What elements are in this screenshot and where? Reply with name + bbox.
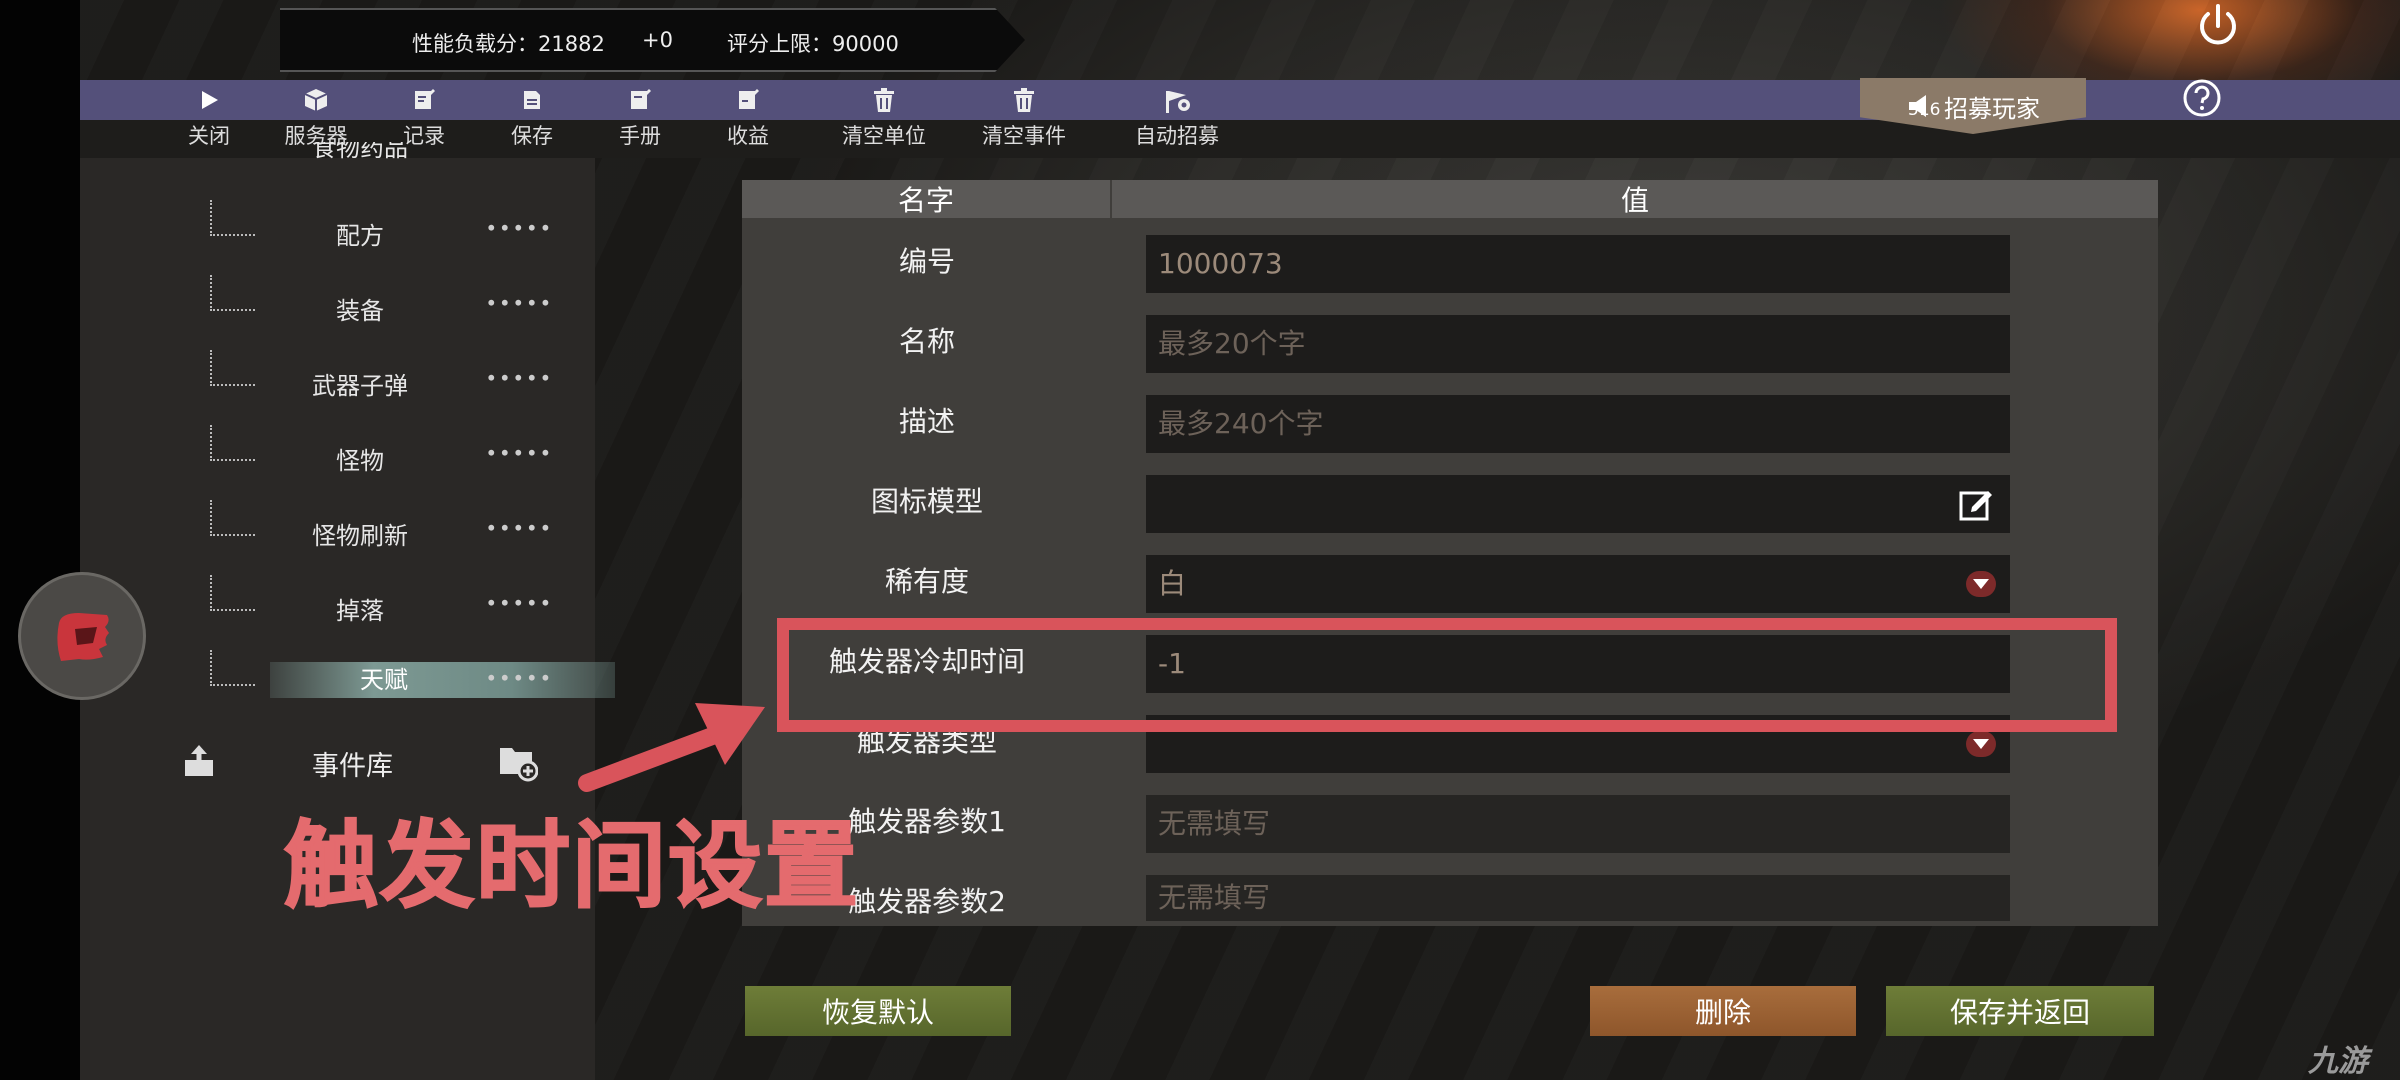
- tree-item-label: 天赋: [270, 662, 615, 698]
- screen-left-bezel: [0, 0, 80, 1080]
- edit-icon[interactable]: [1958, 487, 1994, 523]
- field-label-name: 名称: [898, 325, 955, 358]
- tree-connector: [210, 575, 255, 611]
- power-icon[interactable]: [2192, 0, 2244, 52]
- tree-connector: [210, 275, 255, 311]
- toolbar-auto-recruit-label: 自动招募: [1135, 124, 1219, 148]
- recruit-count: 516: [1908, 100, 1941, 120]
- tree-item-label: 装备: [336, 297, 384, 325]
- tree-item-label: 怪物: [336, 447, 384, 475]
- tree-connector: [210, 500, 255, 536]
- tree-item-talent[interactable]: 天赋 ∙∙∙∙∙: [80, 650, 615, 700]
- tree-item-label: 武器子弹: [312, 372, 408, 400]
- field-label-icon-model: 图标模型: [870, 485, 983, 518]
- trash-icon: [1014, 88, 1034, 112]
- trigger-type-select[interactable]: [1146, 715, 2010, 773]
- annotation-caption: 触发时间设置: [283, 811, 861, 922]
- name-field[interactable]: 最多20个字: [1146, 315, 2010, 373]
- score-limit-label: 评分上限：90000: [727, 32, 899, 56]
- add-folder-icon[interactable]: [498, 742, 538, 782]
- field-label-trigger-cooldown: 触发器冷却时间: [828, 645, 1025, 678]
- column-header-name: 名字: [742, 180, 1110, 218]
- rarity-select[interactable]: 白: [1146, 555, 2010, 613]
- toolbar-clear-events-label: 清空事件: [982, 124, 1066, 148]
- tree-connector: [210, 350, 255, 386]
- tree-connector: [210, 650, 255, 686]
- game-logo-icon: [57, 613, 109, 661]
- play-icon: [202, 91, 218, 109]
- column-header-value: 值: [1112, 180, 2158, 218]
- field-label-id: 编号: [898, 245, 955, 278]
- drag-handle-icon[interactable]: ∙∙∙∙∙: [485, 515, 553, 539]
- cube-icon: [304, 89, 328, 111]
- floating-assistant-bubble[interactable]: [18, 572, 146, 700]
- note-edit-icon: [415, 89, 435, 109]
- tree-item-partial[interactable]: 食物药品: [80, 142, 595, 168]
- tree-item-label: 食物药品: [312, 142, 408, 162]
- toolbar-income-label: 收益: [727, 124, 769, 148]
- load-score-label: 性能负载分：21882: [412, 32, 605, 56]
- income-icon: [739, 89, 759, 109]
- drag-handle-icon[interactable]: ∙∙∙∙∙: [485, 290, 553, 314]
- toolbar-manual-button[interactable]: 手册: [585, 82, 695, 156]
- toolbar-auto-recruit-button[interactable]: 自动招募: [1122, 82, 1232, 156]
- toolbar-clear-events-button[interactable]: 清空事件: [969, 82, 1079, 156]
- category-panel: 食物药品 配方 ∙∙∙∙∙ 装备 ∙∙∙∙∙ 武器子弹 ∙∙∙∙∙ 怪物 ∙∙∙…: [80, 142, 615, 1080]
- tree-item-drop[interactable]: 掉落 ∙∙∙∙∙: [80, 575, 595, 625]
- drag-handle-icon[interactable]: ∙∙∙∙∙: [485, 365, 553, 389]
- save-icon: [524, 91, 540, 109]
- id-field[interactable]: 1000073: [1146, 235, 2010, 293]
- chevron-down-icon[interactable]: [1966, 571, 1996, 597]
- drag-handle-icon[interactable]: ∙∙∙∙∙: [485, 665, 553, 689]
- property-table: 名字 值 编号 1000073 名称 最多20个字 描述 最多240个字 图标模…: [742, 180, 2158, 926]
- description-field[interactable]: 最多240个字: [1146, 395, 2010, 453]
- tree-item-recipe[interactable]: 配方 ∙∙∙∙∙: [80, 200, 595, 250]
- toolbar-manual-label: 手册: [619, 124, 661, 148]
- load-delta: +0: [642, 28, 673, 52]
- drag-handle-icon[interactable]: ∙∙∙∙∙: [485, 215, 553, 239]
- tree-item-monster[interactable]: 怪物 ∙∙∙∙∙: [80, 425, 595, 475]
- field-label-rarity: 稀有度: [884, 565, 969, 598]
- tree-item-label: 配方: [336, 222, 384, 250]
- toolbar-clear-units-label: 清空单位: [842, 124, 926, 148]
- manual-icon: [631, 89, 651, 109]
- tree-item-monster-spawn[interactable]: 怪物刷新 ∙∙∙∙∙: [80, 500, 595, 550]
- restore-default-button[interactable]: 恢复默认: [745, 986, 1011, 1036]
- save-and-return-button[interactable]: 保存并返回: [1886, 986, 2154, 1036]
- tree-item-equipment[interactable]: 装备 ∙∙∙∙∙: [80, 275, 595, 325]
- watermark-text: 九游: [2308, 1044, 2368, 1079]
- field-label-description: 描述: [898, 405, 955, 438]
- icon-model-field[interactable]: [1146, 475, 2010, 533]
- drag-handle-icon[interactable]: ∙∙∙∙∙: [485, 590, 553, 614]
- help-icon[interactable]: [2182, 78, 2222, 118]
- annotation-arrow-icon: [578, 703, 765, 792]
- toolbar-income-button[interactable]: 收益: [693, 82, 803, 156]
- tree-connector: [210, 200, 255, 236]
- trigger-param-1-field[interactable]: 无需填写: [1146, 795, 2010, 853]
- tree-item-label: 掉落: [336, 597, 384, 625]
- auto-recruit-icon: [1166, 91, 1190, 113]
- tree-connector: [210, 425, 255, 461]
- drag-handle-icon[interactable]: ∙∙∙∙∙: [485, 440, 553, 464]
- trigger-param-2-field[interactable]: 无需填写: [1146, 875, 2010, 921]
- watermark-logo: 九游: [2308, 1036, 2368, 1080]
- trash-icon: [874, 88, 894, 112]
- tree-item-label: 怪物刷新: [312, 522, 408, 550]
- chevron-down-icon[interactable]: [1966, 731, 1996, 757]
- tree-item-weapons-ammo[interactable]: 武器子弹 ∙∙∙∙∙: [80, 350, 595, 400]
- performance-score-bar: 性能负载分：21882 +0 评分上限：90000: [280, 8, 1025, 72]
- event-library-row: 事件库: [80, 738, 595, 786]
- toolbar-clear-units-button[interactable]: 清空单位: [829, 82, 939, 156]
- recruit-label: 招募玩家: [1944, 94, 2040, 123]
- rarity-value: 白: [1158, 567, 1187, 600]
- trigger-cooldown-field[interactable]: -1: [1146, 635, 2010, 693]
- delete-button[interactable]: 删除: [1590, 986, 1856, 1036]
- event-library-label[interactable]: 事件库: [312, 744, 393, 783]
- field-label-trigger-type: 触发器类型: [856, 725, 997, 758]
- export-icon[interactable]: [182, 744, 216, 778]
